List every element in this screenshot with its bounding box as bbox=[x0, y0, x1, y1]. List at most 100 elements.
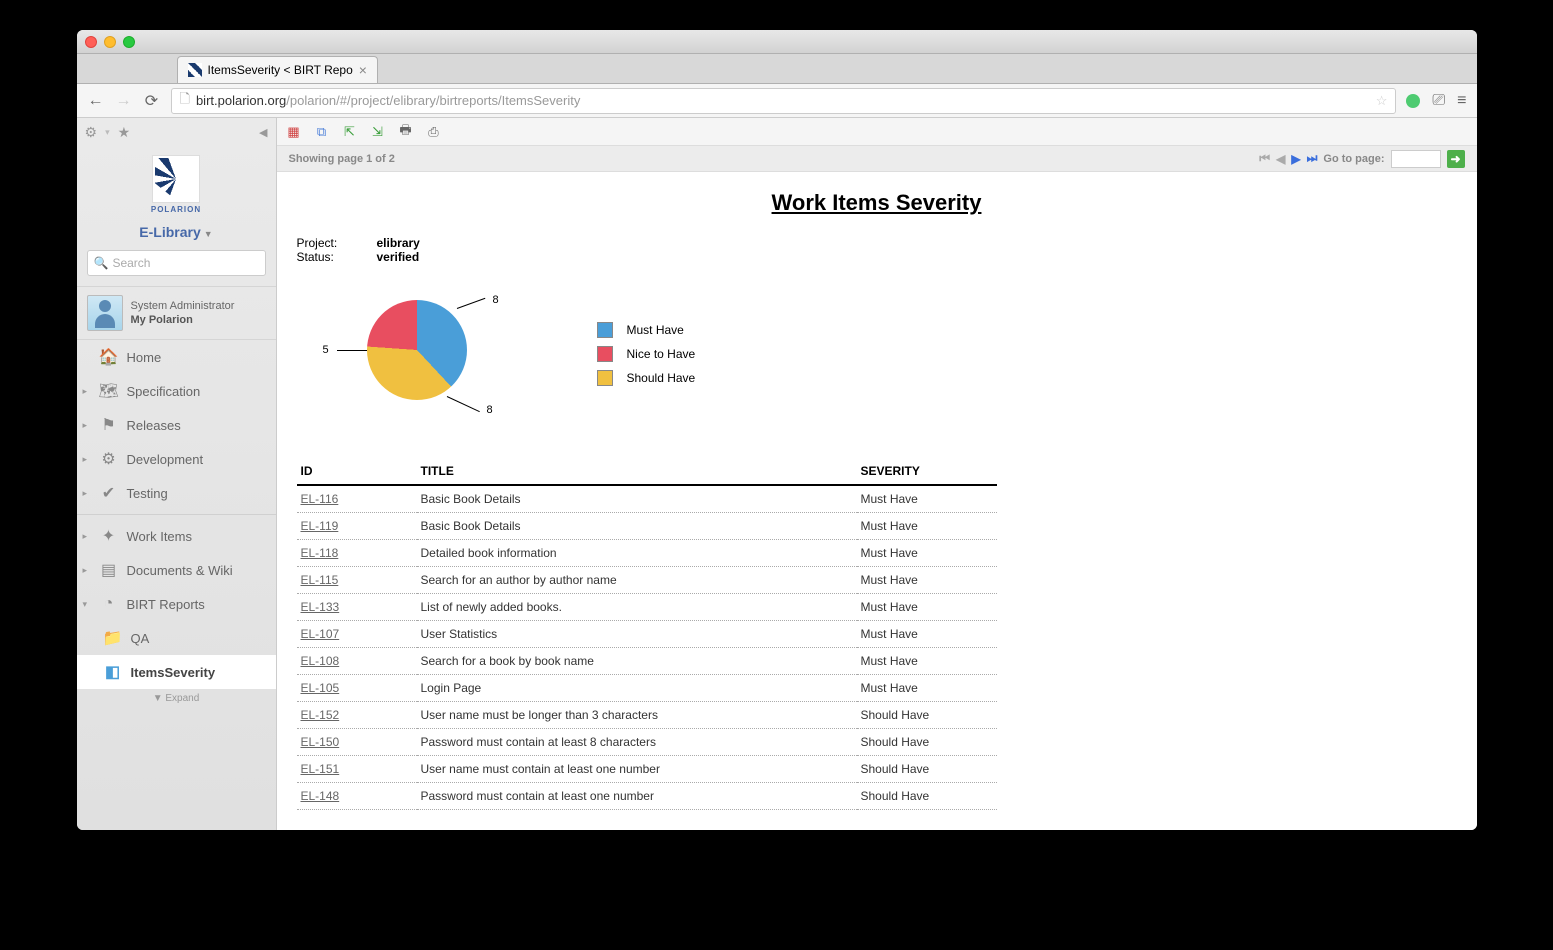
print-server-icon[interactable]: ⎙ bbox=[425, 123, 443, 141]
table-row: EL-107User StatisticsMust Have bbox=[297, 621, 997, 648]
user-block[interactable]: System Administrator My Polarion bbox=[77, 286, 276, 340]
report-meta: Project: elibrary Status: verified bbox=[297, 236, 1457, 264]
close-window-icon[interactable] bbox=[85, 36, 97, 48]
user-text: System Administrator My Polarion bbox=[131, 299, 235, 328]
work-item-link[interactable]: EL-107 bbox=[301, 627, 340, 641]
sidebar-item-qa[interactable]: 📁 QA bbox=[77, 621, 276, 655]
home-icon: 🏠 bbox=[99, 347, 119, 367]
cell-severity: Must Have bbox=[857, 648, 997, 675]
table-row: EL-116 Basic Book DetailsMust Have bbox=[297, 485, 997, 513]
cell-id: EL-148 bbox=[297, 783, 417, 810]
work-item-link[interactable]: EL-133 bbox=[301, 600, 340, 614]
export-icon[interactable]: ⇱ bbox=[341, 123, 359, 141]
cell-title: Basic Book Details bbox=[417, 513, 857, 540]
cell-id: EL-105 bbox=[297, 675, 417, 702]
work-item-link[interactable]: EL-116 bbox=[301, 492, 339, 506]
collapse-sidebar-icon[interactable]: ◀ bbox=[259, 126, 267, 139]
print-icon[interactable]: 🖶 bbox=[397, 123, 415, 141]
goto-page-input[interactable] bbox=[1391, 150, 1441, 168]
project-selector[interactable]: E-Library▼ bbox=[77, 218, 276, 250]
check-icon: ✔ bbox=[99, 483, 119, 503]
first-page-icon[interactable]: ⏮ bbox=[1259, 151, 1270, 166]
prev-page-icon[interactable]: ◀ bbox=[1276, 152, 1285, 166]
reload-button[interactable]: ⟳ bbox=[143, 92, 161, 110]
pie-label-nice: 5 bbox=[323, 344, 329, 356]
sidebar-item-documents-wiki[interactable]: ▸▤ Documents & Wiki bbox=[77, 553, 276, 587]
sidebar-item-testing[interactable]: ▸✔ Testing bbox=[77, 476, 276, 510]
forward-button[interactable]: → bbox=[115, 92, 133, 110]
work-item-link[interactable]: EL-119 bbox=[301, 519, 339, 533]
work-item-link[interactable]: EL-105 bbox=[301, 681, 340, 695]
cell-id: EL-107 bbox=[297, 621, 417, 648]
url-input[interactable]: 🗋 birt.polarion.org /polarion/#/project/… bbox=[171, 88, 1397, 114]
cell-severity: Should Have bbox=[857, 702, 997, 729]
logo-block: POLARION bbox=[77, 147, 276, 218]
tab-close-icon[interactable]: × bbox=[359, 62, 367, 78]
work-item-link[interactable]: EL-150 bbox=[301, 735, 340, 749]
sidebar-item-items-severity[interactable]: ◧ ItemsSeverity bbox=[77, 655, 276, 689]
cell-title: Login Page bbox=[417, 675, 857, 702]
work-item-link[interactable]: EL-148 bbox=[301, 789, 340, 803]
export-data-icon[interactable]: ⇲ bbox=[369, 123, 387, 141]
report-body: Work Items Severity Project: elibrary St… bbox=[277, 172, 1477, 830]
extension-icon[interactable] bbox=[1406, 94, 1420, 108]
table-row: EL-108Search for a book by book nameMust… bbox=[297, 648, 997, 675]
sidebar-item-home[interactable]: 🏠 Home bbox=[77, 340, 276, 374]
cell-id: EL-151 bbox=[297, 756, 417, 783]
cast-icon[interactable]: ⎚ bbox=[1432, 92, 1445, 110]
sidebar-item-releases[interactable]: ▸⚑ Releases bbox=[77, 408, 276, 442]
parameters-icon[interactable]: ⧉ bbox=[313, 123, 331, 141]
cell-id: EL-152 bbox=[297, 702, 417, 729]
browser-tabs: ItemsSeverity < BIRT Repo × bbox=[77, 54, 1477, 84]
browser-tab[interactable]: ItemsSeverity < BIRT Repo × bbox=[177, 56, 378, 83]
cell-severity: Must Have bbox=[857, 594, 997, 621]
work-item-link[interactable]: EL-108 bbox=[301, 654, 340, 668]
search-icon: 🔍 bbox=[94, 256, 109, 270]
sidebar-item-development[interactable]: ▸⚙ Development bbox=[77, 442, 276, 476]
work-item-link[interactable]: EL-152 bbox=[301, 708, 340, 722]
table-row: EL-133 List of newly added books.Must Hav… bbox=[297, 594, 997, 621]
search-input[interactable]: 🔍 Search bbox=[87, 250, 266, 276]
col-title: TITLE bbox=[417, 458, 857, 485]
pie-chart: 8 8 5 Must Have Nice to Have Should Have bbox=[317, 288, 1457, 428]
cell-id: EL-115 bbox=[297, 567, 417, 594]
cell-severity: Must Have bbox=[857, 485, 997, 513]
table-header-row: ID TITLE SEVERITY bbox=[297, 458, 997, 485]
work-item-link[interactable]: EL-151 bbox=[301, 762, 340, 776]
table-row: EL-152User name must be longer than 3 ch… bbox=[297, 702, 997, 729]
cell-title: List of newly added books. bbox=[417, 594, 857, 621]
bookmark-star-icon[interactable]: ☆ bbox=[1376, 93, 1388, 109]
sidebar-item-birt-reports[interactable]: ▾◔ BIRT Reports bbox=[77, 587, 276, 621]
menu-icon[interactable]: ≡ bbox=[1457, 92, 1466, 110]
next-page-icon[interactable]: ▶ bbox=[1291, 152, 1300, 166]
cell-title: Search for an author by author name bbox=[417, 567, 857, 594]
cell-severity: Must Have bbox=[857, 540, 997, 567]
cell-title: User Statistics bbox=[417, 621, 857, 648]
report-title: Work Items Severity bbox=[297, 190, 1457, 216]
cell-id: EL-150 bbox=[297, 729, 417, 756]
expand-toggle[interactable]: ▼ Expand bbox=[77, 689, 276, 708]
minimize-window-icon[interactable] bbox=[104, 36, 116, 48]
extension-icons: ⎚ ≡ bbox=[1406, 92, 1466, 110]
sidebar-item-work-items[interactable]: ▸✦ Work Items bbox=[77, 519, 276, 553]
zoom-window-icon[interactable] bbox=[123, 36, 135, 48]
cell-id: EL-116 bbox=[297, 485, 417, 513]
work-item-link[interactable]: EL-118 bbox=[301, 546, 339, 560]
cell-title: Basic Book Details bbox=[417, 485, 857, 513]
content-area: ⚙ ▾ ★ ◀ POLARION E-Library▼ 🔍 Search Sys… bbox=[77, 118, 1477, 830]
gears-icon: ⚙ bbox=[99, 449, 119, 469]
legend-swatch-nice bbox=[597, 346, 613, 362]
flag-icon: ⚑ bbox=[99, 415, 119, 435]
work-item-link[interactable]: EL-115 bbox=[301, 573, 339, 587]
gear-icon[interactable]: ⚙ bbox=[85, 124, 98, 141]
star-icon[interactable]: ★ bbox=[118, 124, 131, 141]
back-button[interactable]: ← bbox=[87, 92, 105, 110]
sidebar-item-specification[interactable]: ▸🗺 Specification bbox=[77, 374, 276, 408]
pie-label-must: 8 bbox=[493, 294, 499, 306]
toc-icon[interactable]: ▦ bbox=[285, 123, 303, 141]
goto-page-button[interactable]: ➜ bbox=[1447, 150, 1465, 168]
chart-legend: Must Have Nice to Have Should Have bbox=[597, 322, 696, 394]
polarion-logo-icon bbox=[152, 155, 200, 203]
cell-severity: Must Have bbox=[857, 567, 997, 594]
last-page-icon[interactable]: ⏭ bbox=[1307, 151, 1318, 166]
